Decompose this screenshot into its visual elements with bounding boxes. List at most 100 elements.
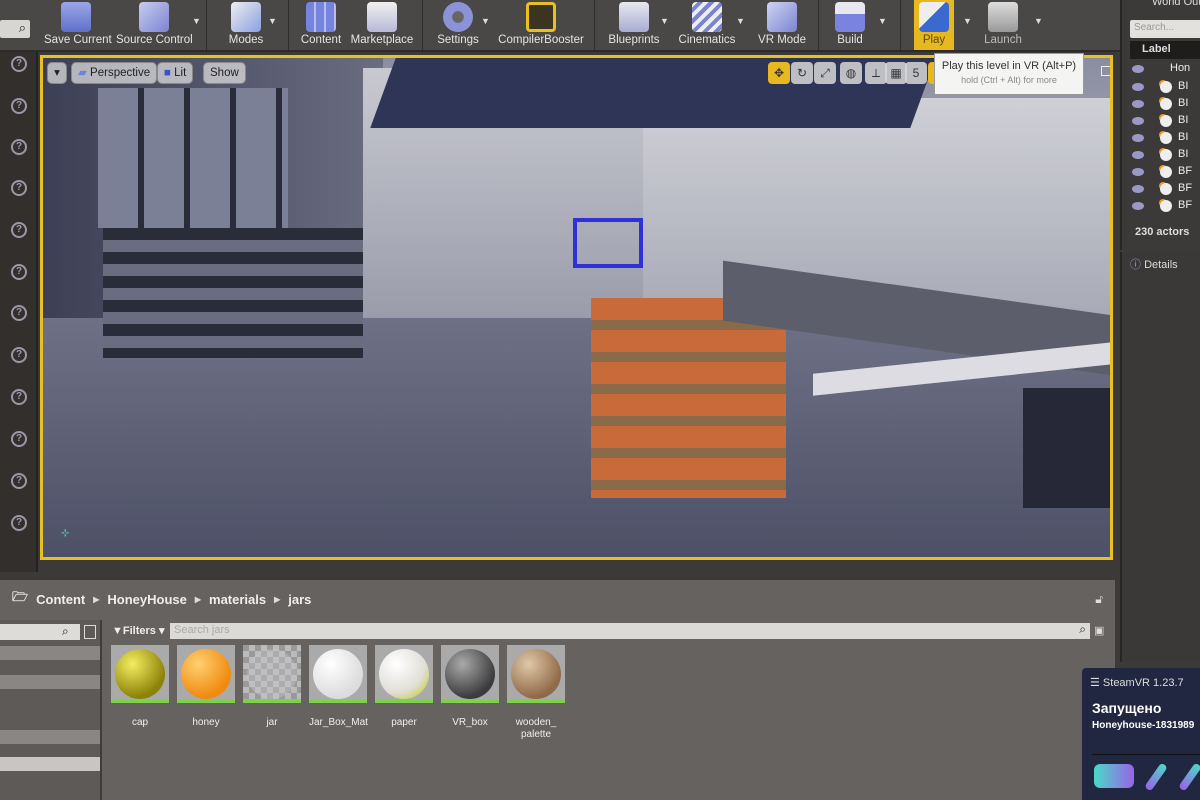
perspective-dropdown[interactable]: ▰ Perspective <box>71 62 158 84</box>
grid-snap-icon[interactable]: ▦ <box>885 62 907 84</box>
help-icon[interactable]: ? <box>11 515 27 531</box>
visibility-eye-icon[interactable] <box>1132 185 1144 193</box>
vr-mode-button[interactable]: VR Mode <box>754 0 810 50</box>
blue-frame[interactable] <box>573 218 643 268</box>
marketplace-button[interactable]: Marketplace <box>350 0 414 50</box>
rotate-tool-icon[interactable]: ↻ <box>791 62 813 84</box>
help-icon[interactable]: ? <box>11 56 27 72</box>
scale-tool-icon[interactable]: ⤢ <box>814 62 836 84</box>
breadcrumb-arrow-icon[interactable]: ▶ <box>274 595 280 604</box>
outliner-row[interactable]: BF <box>1132 199 1200 215</box>
breadcrumb-item[interactable]: materials <box>209 592 266 607</box>
settings-dropdown-icon[interactable]: ▼ <box>481 16 490 26</box>
asset-tile[interactable]: cap <box>111 645 169 729</box>
blueprints-button[interactable]: Blueprints <box>606 0 662 50</box>
launch-button[interactable]: Launch <box>980 0 1026 50</box>
controller-icon[interactable] <box>1178 762 1200 792</box>
source-control-button[interactable]: Source Control <box>116 0 193 50</box>
build-dropdown-icon[interactable]: ▼ <box>878 16 887 26</box>
folder-row[interactable] <box>0 675 100 689</box>
lock-icon[interactable]: 🔓︎ <box>1095 592 1103 607</box>
actor-icon <box>1160 200 1172 212</box>
outliner-row[interactable]: BI <box>1132 114 1200 130</box>
help-icon[interactable]: ? <box>11 98 27 114</box>
folder-row[interactable] <box>0 646 100 660</box>
help-icon[interactable]: ? <box>11 264 27 280</box>
play-dropdown-icon[interactable]: ▼ <box>963 16 972 26</box>
lit-dropdown[interactable]: ■ Lit <box>157 62 194 84</box>
breadcrumb-arrow-icon[interactable]: ▶ <box>93 595 99 604</box>
outliner-row[interactable]: BI <box>1132 148 1200 164</box>
breadcrumb-item[interactable]: HoneyHouse <box>107 592 186 607</box>
world-local-icon[interactable]: ◍ <box>840 62 862 84</box>
viewport-options-dropdown[interactable]: ▾ <box>47 62 67 84</box>
show-dropdown[interactable]: Show <box>203 62 246 84</box>
maximize-viewport-icon[interactable] <box>1101 66 1110 76</box>
help-icon[interactable]: ? <box>11 431 27 447</box>
settings-button[interactable]: Settings <box>434 0 482 50</box>
outliner-row[interactable]: BI <box>1132 80 1200 96</box>
launch-dropdown-icon[interactable]: ▼ <box>1034 16 1043 26</box>
headset-icon[interactable] <box>1094 764 1134 788</box>
build-button[interactable]: Build <box>828 0 872 50</box>
help-icon[interactable]: ? <box>11 139 27 155</box>
visibility-eye-icon[interactable] <box>1132 117 1144 125</box>
help-icon[interactable]: ? <box>11 389 27 405</box>
cinematics-button[interactable]: Cinematics <box>678 0 736 50</box>
chip-gauge-icon <box>526 2 556 32</box>
left-search-field[interactable]: ⌕ <box>0 20 30 38</box>
grid-snap-value[interactable]: 5 <box>905 62 927 84</box>
outliner-row[interactable]: BI <box>1132 97 1200 113</box>
visibility-eye-icon[interactable] <box>1132 168 1144 176</box>
compilerbooster-button[interactable]: CompilerBooster <box>498 0 584 50</box>
asset-tile[interactable]: Jar_Box_Mat <box>309 645 368 729</box>
asset-search-input[interactable]: Search jars ⌕ <box>170 622 1090 639</box>
asset-tile[interactable]: wooden_ palette <box>507 645 565 741</box>
cabinet[interactable] <box>1023 388 1110 508</box>
surface-snap-icon[interactable]: ⟂ <box>865 62 887 84</box>
cinematics-dropdown-icon[interactable]: ▼ <box>736 16 745 26</box>
visibility-eye-icon[interactable] <box>1132 100 1144 108</box>
content-button[interactable]: Content <box>298 0 344 50</box>
help-icon[interactable]: ? <box>11 180 27 196</box>
menu-icon[interactable]: ☰ <box>1090 677 1103 689</box>
breadcrumb-arrow-icon[interactable]: ▶ <box>195 595 201 604</box>
asset-tile[interactable]: paper <box>375 645 433 729</box>
visibility-eye-icon[interactable] <box>1132 83 1144 91</box>
outliner-row[interactable]: BF <box>1132 165 1200 181</box>
source-control-dropdown-icon[interactable]: ▼ <box>192 16 201 26</box>
jar-pallet-stack[interactable] <box>591 298 786 498</box>
save-current-button[interactable]: Save Current <box>44 0 112 50</box>
level-viewport[interactable]: ▾ ▰ Perspective ■ Lit Show ✥ ↻ ⤢ ◍ ⟂ ▦ 5… <box>40 55 1113 560</box>
controller-icon[interactable] <box>1144 762 1168 792</box>
visibility-eye-icon[interactable] <box>1132 151 1144 159</box>
asset-tile[interactable]: honey <box>177 645 235 729</box>
folder-row[interactable] <box>0 730 100 744</box>
outliner-row[interactable]: BF <box>1132 182 1200 198</box>
visibility-eye-icon[interactable] <box>1132 202 1144 210</box>
modes-button[interactable]: Modes <box>222 0 270 50</box>
save-search-icon[interactable]: ▣ <box>1094 624 1104 637</box>
outliner-row[interactable]: BI <box>1132 131 1200 147</box>
help-icon[interactable]: ? <box>11 473 27 489</box>
help-icon[interactable]: ? <box>11 305 27 321</box>
outliner-root-row[interactable]: Hon <box>1132 62 1200 78</box>
modes-dropdown-icon[interactable]: ▼ <box>268 16 277 26</box>
breadcrumb-item[interactable]: Content <box>36 592 85 607</box>
visibility-eye-icon[interactable] <box>1132 65 1144 73</box>
steamvr-status-window: ☰ SteamVR 1.23.7 Запущено Honeyhouse-183… <box>1082 668 1200 800</box>
list-view-icon[interactable] <box>84 625 96 639</box>
asset-tile[interactable]: jar <box>243 645 301 729</box>
outliner-search-input[interactable]: Search... <box>1130 20 1200 38</box>
label-column-header[interactable]: Label <box>1130 41 1200 59</box>
filters-button[interactable]: ▼Filters ▾ <box>112 624 164 637</box>
folder-row[interactable] <box>0 757 100 771</box>
asset-tile[interactable]: VR_box <box>441 645 499 729</box>
blueprints-dropdown-icon[interactable]: ▼ <box>660 16 669 26</box>
play-button[interactable]: Play <box>914 0 954 50</box>
translate-tool-icon[interactable]: ✥ <box>768 62 790 84</box>
visibility-eye-icon[interactable] <box>1132 134 1144 142</box>
breadcrumb-item[interactable]: jars <box>288 592 311 607</box>
help-icon[interactable]: ? <box>11 222 27 238</box>
help-icon[interactable]: ? <box>11 347 27 363</box>
